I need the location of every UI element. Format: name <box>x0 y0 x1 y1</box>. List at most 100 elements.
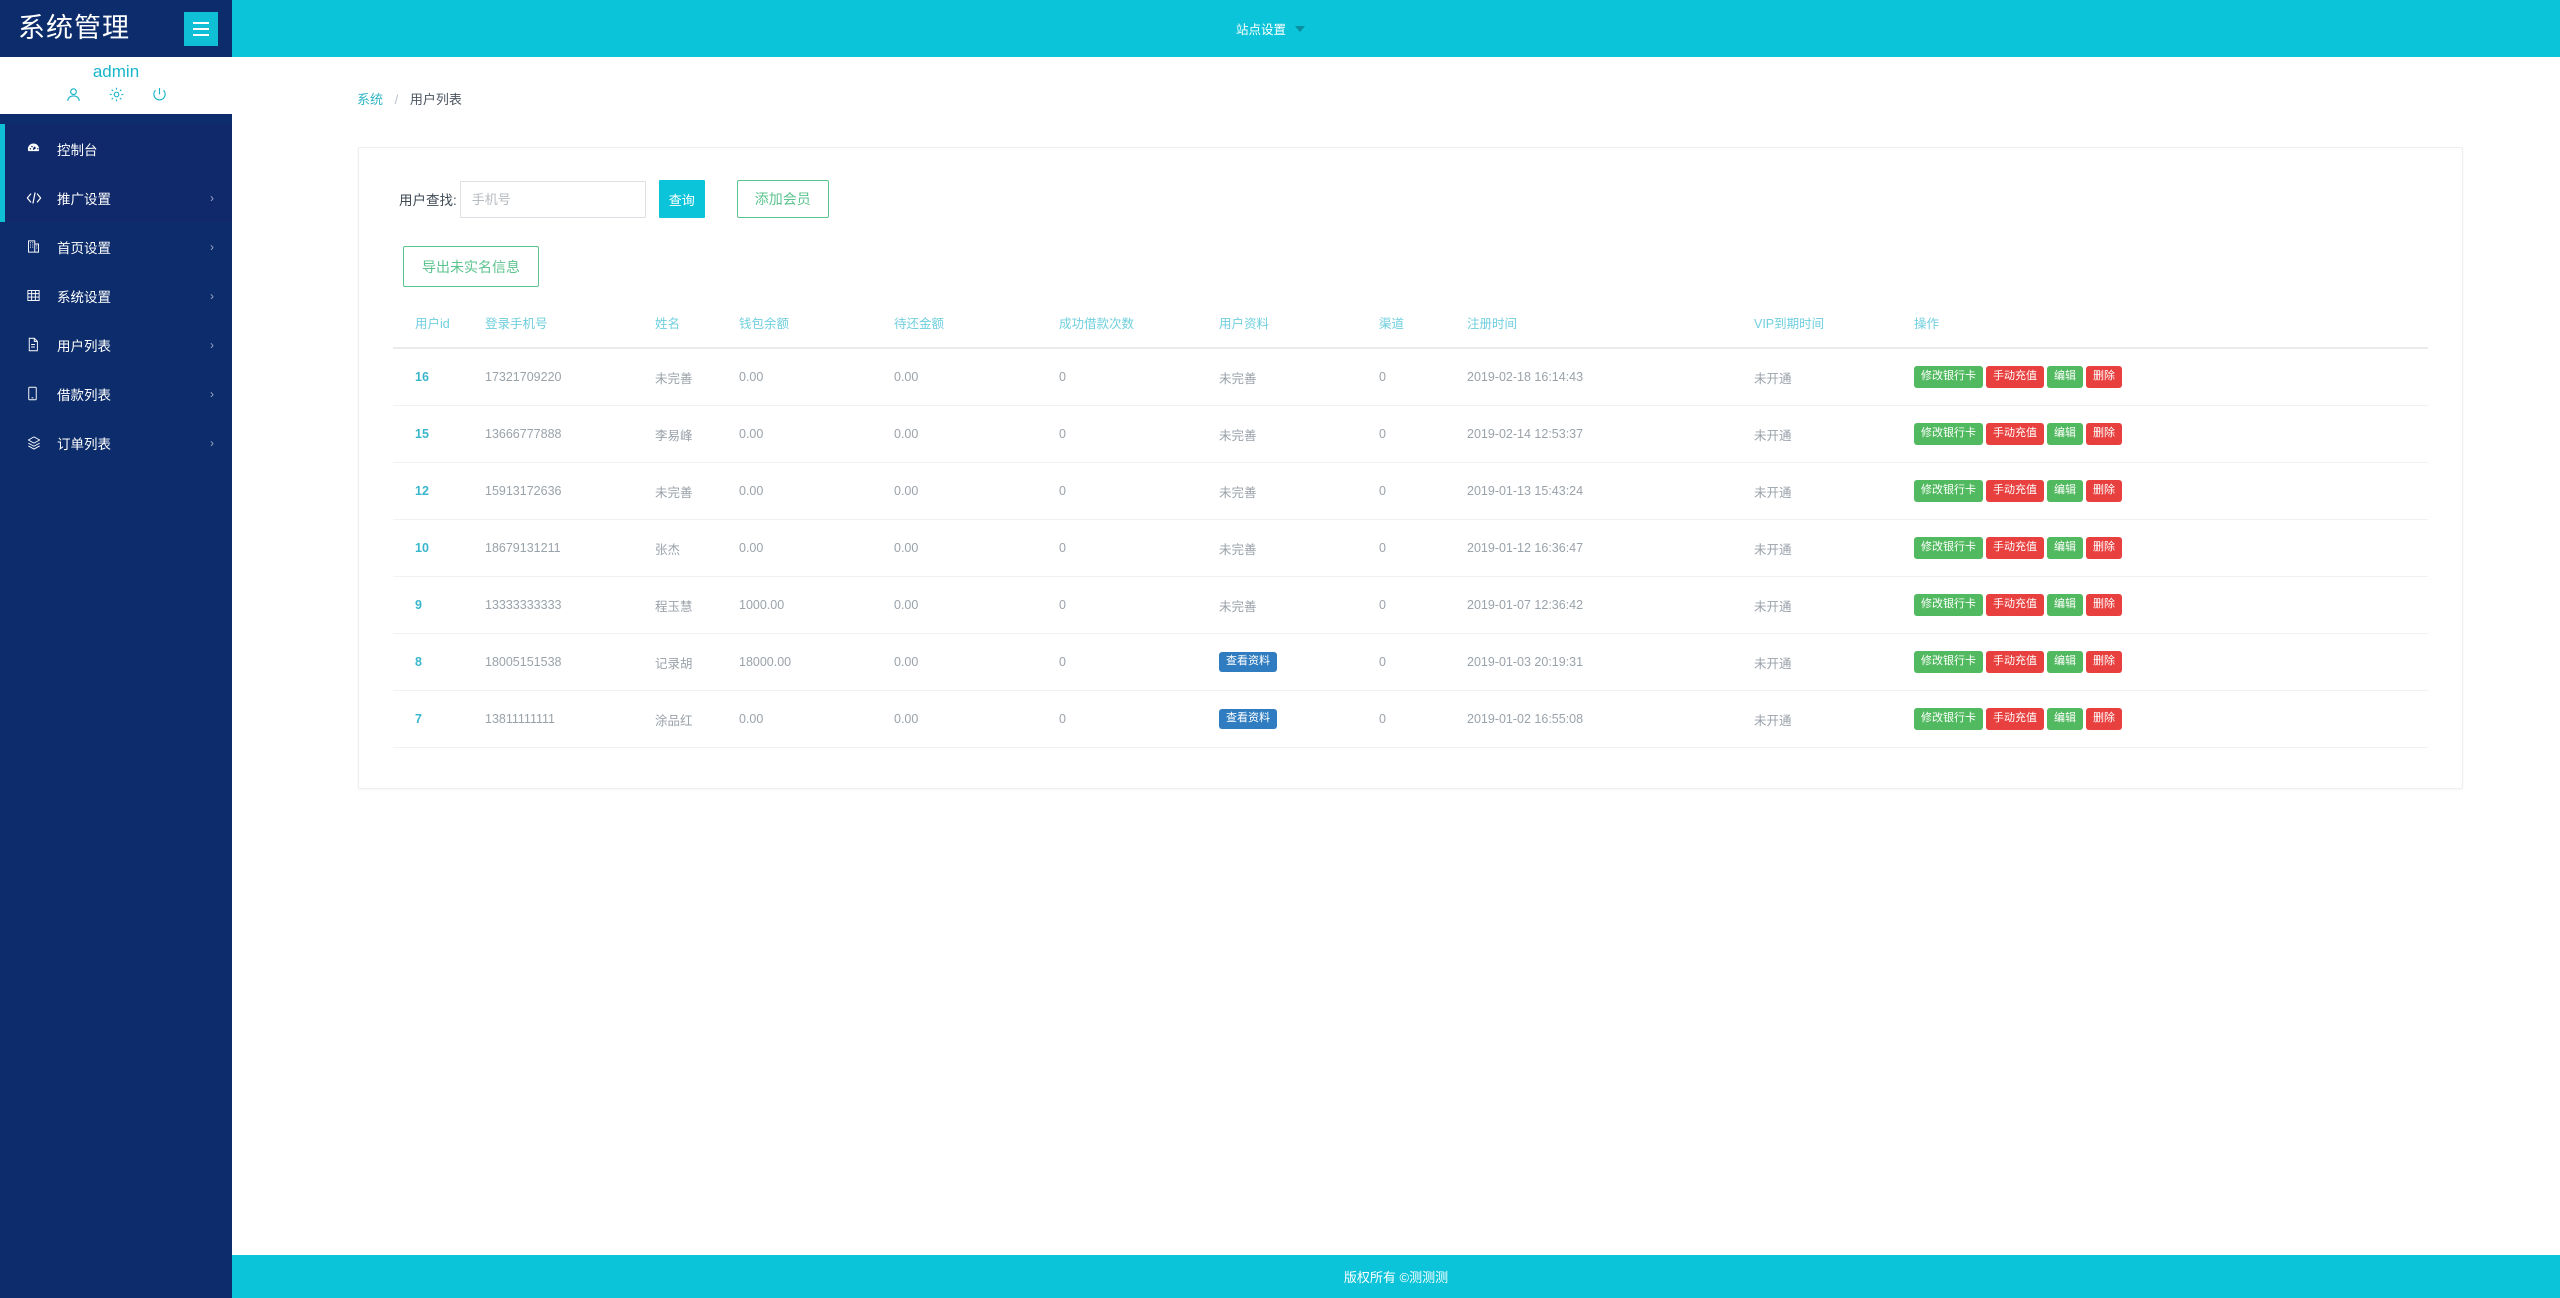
sidebar: 系统管理 admin <box>0 0 232 1298</box>
export-unverified-button[interactable]: 导出未实名信息 <box>403 246 539 287</box>
cell-operations: 修改银行卡手动充值编辑删除 <box>1914 520 2428 577</box>
manual-recharge-button[interactable]: 手动充值 <box>1986 537 2044 559</box>
cell-user-id[interactable]: 10 <box>393 520 485 577</box>
edit-bank-card-button[interactable]: 修改银行卡 <box>1914 366 1983 388</box>
edit-button[interactable]: 编辑 <box>2047 423 2083 445</box>
column-header-vip-expiry: VIP到期时间 <box>1754 313 1914 348</box>
sidebar-item-home-settings[interactable]: 首页设置 › <box>0 222 232 271</box>
cell-wallet: 0.00 <box>739 463 894 520</box>
view-profile-button[interactable]: 查看资料 <box>1219 652 1277 672</box>
edit-bank-card-button[interactable]: 修改银行卡 <box>1914 537 1983 559</box>
column-header-due-amount: 待还金额 <box>894 313 1059 348</box>
cell-loan-count: 0 <box>1059 463 1219 520</box>
breadcrumb-root[interactable]: 系统 <box>357 92 383 107</box>
sidebar-item-promotion-settings[interactable]: 推广设置 › <box>0 173 232 222</box>
delete-button[interactable]: 删除 <box>2086 423 2122 445</box>
power-icon[interactable] <box>151 86 168 103</box>
query-button[interactable]: 查询 <box>659 180 705 218</box>
column-header-operations: 操作 <box>1914 313 2428 348</box>
manual-recharge-button[interactable]: 手动充值 <box>1986 708 2044 730</box>
user-icon[interactable] <box>65 86 82 103</box>
edit-button[interactable]: 编辑 <box>2047 594 2083 616</box>
manual-recharge-button[interactable]: 手动充值 <box>1986 366 2044 388</box>
cell-name: 未完善 <box>655 348 739 406</box>
table-row: 1513666777888李易峰0.000.000未完善02019-02-14 … <box>393 406 2428 463</box>
sidebar-item-order-list[interactable]: 订单列表 › <box>0 418 232 467</box>
operation-buttons: 修改银行卡手动充值编辑删除 <box>1914 537 2428 559</box>
edit-bank-card-button[interactable]: 修改银行卡 <box>1914 423 1983 445</box>
table-row: 1617321709220未完善0.000.000未完善02019-02-18 … <box>393 348 2428 406</box>
cell-name: 张杰 <box>655 520 739 577</box>
delete-button[interactable]: 删除 <box>2086 537 2122 559</box>
cell-user-id[interactable]: 9 <box>393 577 485 634</box>
cell-user-id[interactable]: 8 <box>393 634 485 691</box>
column-header-profile: 用户资料 <box>1219 313 1379 348</box>
code-icon <box>26 191 46 205</box>
edit-bank-card-button[interactable]: 修改银行卡 <box>1914 651 1983 673</box>
cell-channel: 0 <box>1379 691 1467 748</box>
edit-button[interactable]: 编辑 <box>2047 480 2083 502</box>
cell-wallet: 18000.00 <box>739 634 894 691</box>
cell-user-id[interactable]: 7 <box>393 691 485 748</box>
chevron-down-icon <box>1295 26 1305 32</box>
user-action-icons <box>0 86 232 103</box>
delete-button[interactable]: 删除 <box>2086 651 2122 673</box>
sidebar-item-dashboard[interactable]: 控制台 <box>0 124 232 173</box>
operation-buttons: 修改银行卡手动充值编辑删除 <box>1914 366 2428 388</box>
cell-name: 未完善 <box>655 463 739 520</box>
manual-recharge-button[interactable]: 手动充值 <box>1986 480 2044 502</box>
footer-text: 版权所有 ©测测测 <box>1344 1267 1448 1286</box>
edit-bank-card-button[interactable]: 修改银行卡 <box>1914 708 1983 730</box>
cell-reg-time: 2019-01-07 12:36:42 <box>1467 577 1754 634</box>
cell-channel: 0 <box>1379 577 1467 634</box>
column-header-name: 姓名 <box>655 313 739 348</box>
cell-due-amount: 0.00 <box>894 520 1059 577</box>
cell-operations: 修改银行卡手动充值编辑删除 <box>1914 463 2428 520</box>
cell-user-id[interactable]: 12 <box>393 463 485 520</box>
cell-phone: 13811111111 <box>485 691 655 748</box>
sidebar-item-user-list[interactable]: 用户列表 › <box>0 320 232 369</box>
manual-recharge-button[interactable]: 手动充值 <box>1986 594 2044 616</box>
edit-bank-card-button[interactable]: 修改银行卡 <box>1914 594 1983 616</box>
edit-bank-card-button[interactable]: 修改银行卡 <box>1914 480 1983 502</box>
cell-vip-expiry: 未开通 <box>1754 463 1914 520</box>
delete-button[interactable]: 删除 <box>2086 480 2122 502</box>
view-profile-button[interactable]: 查看资料 <box>1219 709 1277 729</box>
edit-button[interactable]: 编辑 <box>2047 366 2083 388</box>
column-header-channel: 渠道 <box>1379 313 1467 348</box>
breadcrumb: 系统 / 用户列表 <box>232 57 2560 108</box>
manual-recharge-button[interactable]: 手动充值 <box>1986 423 2044 445</box>
cell-vip-expiry: 未开通 <box>1754 348 1914 406</box>
cell-vip-expiry: 未开通 <box>1754 691 1914 748</box>
cell-loan-count: 0 <box>1059 348 1219 406</box>
cell-profile: 未完善 <box>1219 520 1379 577</box>
delete-button[interactable]: 删除 <box>2086 594 2122 616</box>
tablet-icon <box>26 386 46 401</box>
sidebar-item-system-settings[interactable]: 系统设置 › <box>0 271 232 320</box>
cell-user-id[interactable]: 16 <box>393 348 485 406</box>
cell-reg-time: 2019-01-02 16:55:08 <box>1467 691 1754 748</box>
column-header-loan-count: 成功借款次数 <box>1059 313 1219 348</box>
cell-reg-time: 2019-02-18 16:14:43 <box>1467 348 1754 406</box>
hamburger-icon[interactable] <box>184 12 218 46</box>
site-settings-label: 站点设置 <box>1236 19 1286 38</box>
edit-button[interactable]: 编辑 <box>2047 537 2083 559</box>
cell-phone: 13333333333 <box>485 577 655 634</box>
chevron-right-icon: › <box>210 289 214 303</box>
delete-button[interactable]: 删除 <box>2086 366 2122 388</box>
gear-icon[interactable] <box>108 86 125 103</box>
add-member-button[interactable]: 添加会员 <box>737 180 829 218</box>
search-input[interactable] <box>460 181 646 218</box>
sidebar-item-loan-list[interactable]: 借款列表 › <box>0 369 232 418</box>
cell-user-id[interactable]: 15 <box>393 406 485 463</box>
delete-button[interactable]: 删除 <box>2086 708 2122 730</box>
sidebar-nav: 控制台 推广设置 › 首页设置 › <box>0 114 232 467</box>
edit-button[interactable]: 编辑 <box>2047 708 2083 730</box>
site-settings-dropdown[interactable]: 站点设置 <box>1236 19 1305 38</box>
manual-recharge-button[interactable]: 手动充值 <box>1986 651 2044 673</box>
operation-buttons: 修改银行卡手动充值编辑删除 <box>1914 480 2428 502</box>
cell-vip-expiry: 未开通 <box>1754 520 1914 577</box>
cell-wallet: 1000.00 <box>739 577 894 634</box>
edit-button[interactable]: 编辑 <box>2047 651 2083 673</box>
top-bar: 站点设置 <box>232 0 2560 57</box>
